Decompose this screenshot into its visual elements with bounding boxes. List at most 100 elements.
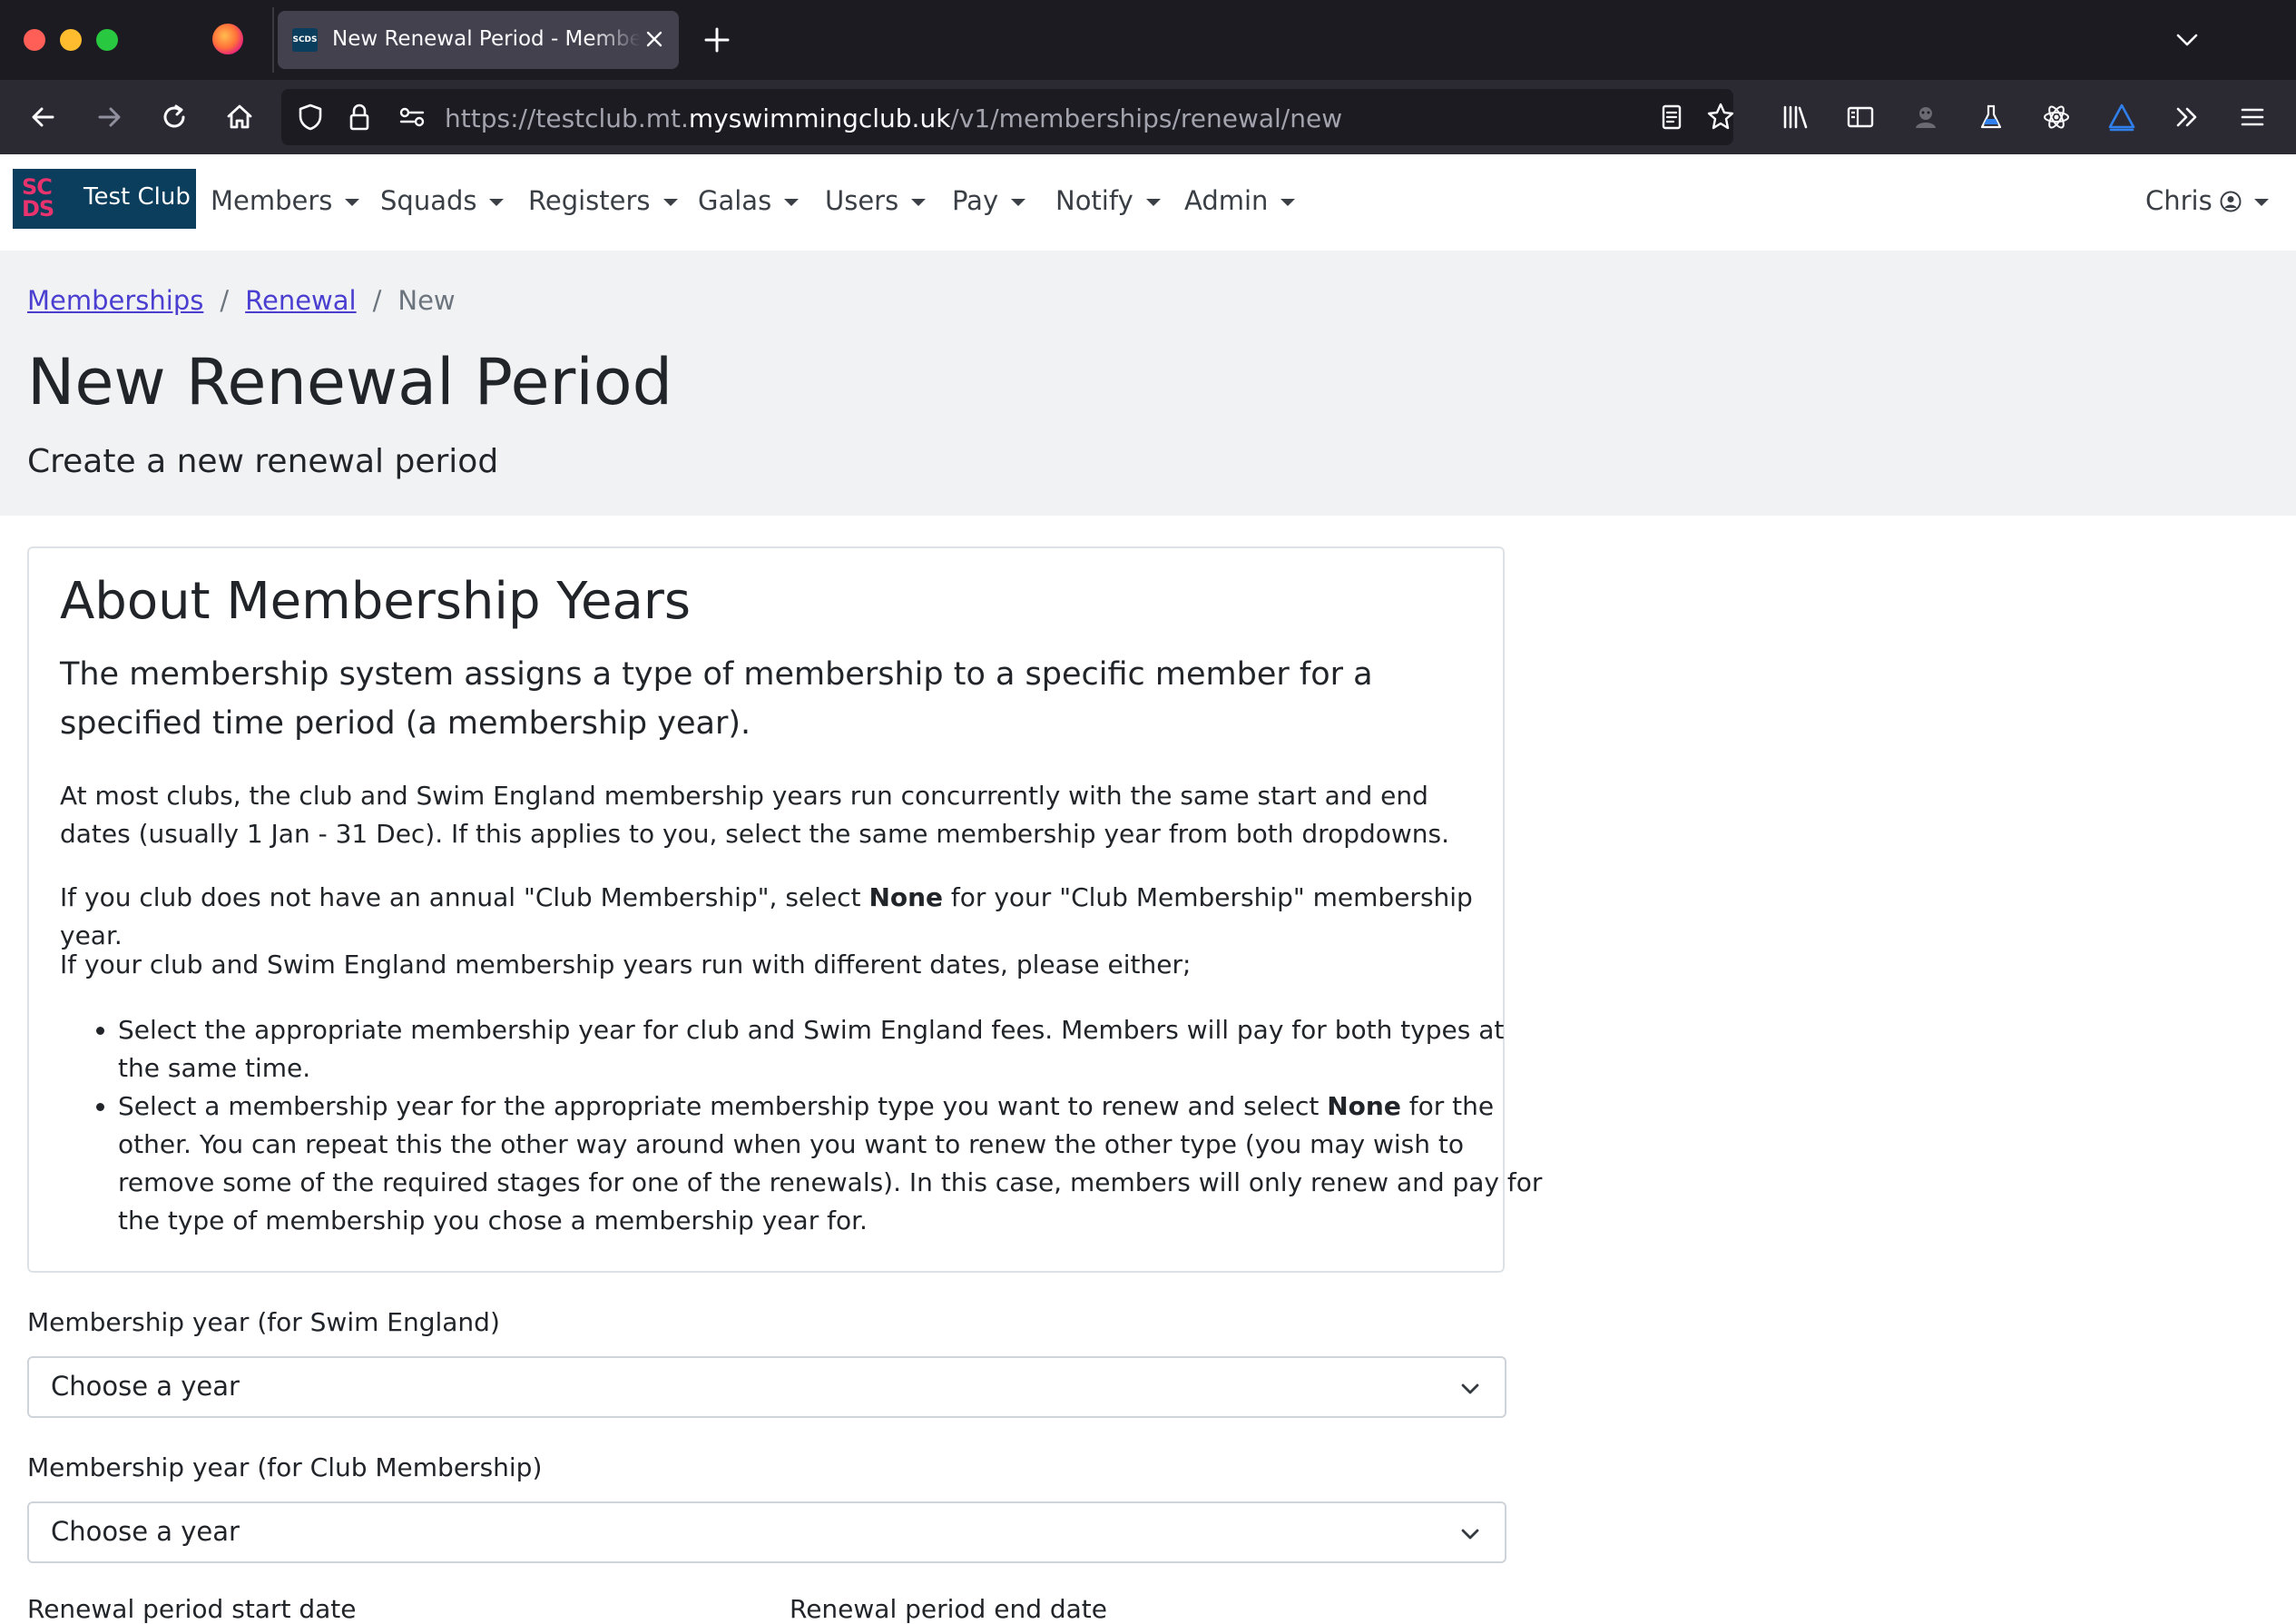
browser-tab-active[interactable]: SCDS New Renewal Period - Membership [278, 11, 679, 69]
chevron-down-icon [1461, 1383, 1479, 1394]
back-icon[interactable] [25, 99, 62, 135]
dropdown-caret-icon [1011, 199, 1026, 206]
se-year-value: Choose a year [51, 1371, 240, 1402]
url-text[interactable]: https://testclub.mt.myswimmingclub.uk/v1… [445, 103, 1342, 133]
reload-icon[interactable] [156, 99, 192, 135]
dropdown-caret-icon [1145, 199, 1161, 206]
menu-label: Squads [380, 185, 477, 216]
club-logo-line1: SC [22, 174, 53, 200]
se-year-label: Membership year (for Swim England) [27, 1307, 500, 1337]
card-paragraph-1: At most clubs, the club and Swim England… [60, 781, 1450, 849]
user-menu[interactable]: Chris [2145, 185, 2269, 221]
breadcrumb-separator: / [372, 285, 382, 316]
se-year-select[interactable]: Choose a year [27, 1356, 1506, 1418]
menu-notify[interactable]: Notify [1055, 185, 1161, 221]
address-bar[interactable]: https://testclub.mt.myswimmingclub.uk/v1… [281, 89, 1734, 145]
dropdown-caret-icon [662, 199, 678, 206]
start-date-label: Renewal period start date [27, 1594, 357, 1624]
breadcrumb-renewal[interactable]: Renewal [245, 285, 356, 316]
end-date-label: Renewal period end date [790, 1594, 1108, 1624]
dropdown-caret-icon [2253, 199, 2269, 206]
club-year-label: Membership year (for Club Membership) [27, 1452, 543, 1482]
menu-squads[interactable]: Squads [380, 185, 505, 221]
window-zoom-button[interactable] [96, 29, 118, 51]
menu-pay[interactable]: Pay [952, 185, 1026, 221]
user-name: Chris [2145, 185, 2213, 216]
card-lead: The membership system assigns a type of … [60, 656, 1373, 742]
list-item: Select a membership year for the appropr… [118, 1088, 1543, 1240]
brand-name: Test Club [83, 183, 191, 211]
dropdown-caret-icon [784, 199, 800, 206]
menu-registers[interactable]: Registers [528, 185, 678, 221]
bookmark-star-icon[interactable] [1702, 99, 1739, 135]
tab-favicon-icon: SCDS [292, 28, 318, 52]
club-logo: SC DS [22, 176, 62, 223]
list-item: Select the appropriate membership year f… [118, 1011, 1543, 1088]
library-icon[interactable] [1777, 99, 1813, 135]
menu-label: Galas [698, 185, 772, 216]
reader-view-icon[interactable] [1653, 99, 1690, 135]
chevron-down-icon [1461, 1529, 1479, 1540]
url-host: myswimmingclub.uk [688, 103, 951, 133]
page-title: New Renewal Period [27, 345, 673, 419]
menu-label: Members [211, 185, 333, 216]
tab-close-icon[interactable] [639, 24, 670, 54]
breadcrumb-current: New [397, 285, 456, 316]
hamburger-menu-icon[interactable] [2234, 99, 2271, 135]
options-list: Select the appropriate membership year f… [60, 1011, 1543, 1240]
site-navbar: SC DS Test Club Members Squads Registers… [0, 154, 2296, 251]
breadcrumb: Memberships / Renewal / New [27, 285, 456, 316]
menu-admin[interactable]: Admin [1184, 185, 1296, 221]
menu-members[interactable]: Members [211, 185, 360, 221]
extension-triangle-icon[interactable] [2104, 99, 2140, 135]
extension-flask-icon[interactable] [1973, 99, 2009, 135]
bullet2-text-a: Select a membership year for the appropr… [118, 1091, 1328, 1121]
menu-label: Notify [1055, 185, 1133, 216]
react-devtools-icon[interactable] [2038, 99, 2075, 135]
tab-title: New Renewal Period - Membership [332, 27, 641, 51]
card-paragraph-2: If you club does not have an annual "Clu… [60, 879, 1485, 955]
sidebar-icon[interactable] [1842, 99, 1879, 135]
menu-label: Registers [528, 185, 651, 216]
menu-label: Users [825, 185, 899, 216]
club-year-value: Choose a year [51, 1516, 240, 1547]
membership-years-info-card: About Membership Years The membership sy… [27, 546, 1542, 1273]
lock-icon[interactable] [341, 99, 378, 135]
dropdown-caret-icon [1280, 199, 1296, 206]
home-icon[interactable] [221, 99, 258, 135]
extension-avatar-icon[interactable] [1908, 99, 1944, 135]
list-all-tabs-icon[interactable] [2173, 25, 2202, 54]
url-path: /v1/memberships/renewal/new [950, 103, 1343, 133]
para2-text-a: If you club does not have an annual "Clu… [60, 882, 869, 912]
browser-toolbar: https://testclub.mt.myswimmingclub.uk/v1… [0, 80, 2296, 154]
window-close-button[interactable] [24, 29, 45, 51]
page-header: Memberships / Renewal / New New Renewal Peri… [0, 251, 2296, 516]
forward-icon[interactable] [91, 99, 127, 135]
user-circle-icon [2220, 191, 2242, 212]
new-tab-icon[interactable] [701, 24, 733, 56]
club-year-select[interactable]: Choose a year [27, 1501, 1506, 1563]
tracking-shield-icon[interactable] [292, 99, 329, 135]
dropdown-caret-icon [911, 199, 927, 206]
tab-separator [272, 7, 274, 73]
dropdown-caret-icon [489, 199, 505, 206]
browser-tab-bar: SCDS New Renewal Period - Membership [0, 0, 2296, 80]
firefox-view-icon[interactable] [212, 24, 243, 54]
page-subtitle: Create a new renewal period [27, 443, 499, 480]
permissions-icon[interactable] [394, 99, 430, 135]
card-heading: About Membership Years [60, 572, 692, 631]
card-paragraph-3: If your club and Swim England membership… [60, 950, 1192, 979]
bullet2-bold-none: None [1327, 1091, 1401, 1121]
menu-label: Pay [952, 185, 999, 216]
para2-bold-none: None [868, 882, 944, 912]
more-tools-chevron-icon[interactable] [2169, 99, 2205, 135]
menu-galas[interactable]: Galas [698, 185, 800, 221]
dropdown-caret-icon [345, 199, 360, 206]
url-prefix: https://testclub.mt. [445, 103, 689, 133]
breadcrumb-separator: / [220, 285, 230, 316]
breadcrumb-memberships[interactable]: Memberships [27, 285, 203, 316]
brand-link[interactable]: SC DS Test Club [13, 169, 196, 229]
menu-label: Admin [1184, 185, 1269, 216]
window-minimize-button[interactable] [60, 29, 82, 51]
menu-users[interactable]: Users [825, 185, 927, 221]
